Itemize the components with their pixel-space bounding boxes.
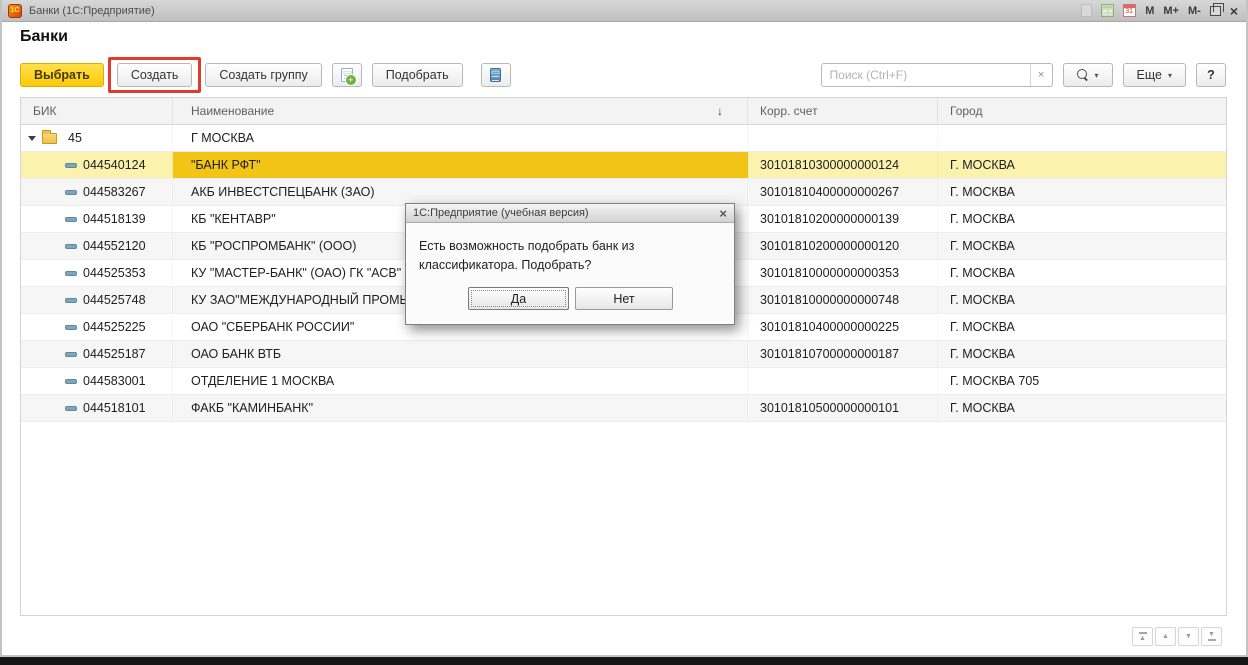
app-window: 1С Банки (1С:Предприятие) M M+ M- × Банк…	[0, 0, 1248, 657]
column-header-city[interactable]: Город	[938, 98, 1226, 124]
list-navigation: ▲ ▲ ▼ ▼	[1132, 627, 1222, 646]
go-first-button[interactable]: ▲	[1132, 627, 1153, 646]
focused-cell: "БАНК РФТ"	[173, 152, 748, 178]
table-row[interactable]: 044525187 ОАО БАНК ВТБ 30101810700000000…	[21, 341, 1226, 368]
folder-icon	[42, 129, 57, 144]
bank-item-icon	[65, 270, 77, 276]
bank-item-icon	[65, 216, 77, 222]
search-box: ×	[820, 63, 1053, 87]
no-button[interactable]: Нет	[575, 287, 673, 310]
bank-item-icon	[65, 189, 77, 195]
database-icon	[490, 68, 502, 82]
more-button-label: Еще	[1136, 68, 1162, 82]
go-down-button[interactable]: ▼	[1178, 627, 1199, 646]
create-button[interactable]: Создать	[116, 63, 193, 87]
triangle-down-icon: ▼	[1185, 633, 1192, 640]
more-button[interactable]: Еще ▾	[1122, 63, 1186, 87]
calendar-icon[interactable]	[1123, 4, 1137, 17]
yes-button[interactable]: Да	[468, 287, 569, 310]
search-options-button[interactable]: ▾	[1062, 63, 1113, 87]
pick-button[interactable]: Подобрать	[371, 63, 463, 87]
triangle-up-icon: ▲	[1139, 635, 1146, 642]
memory-m-plus-button[interactable]: M+	[1163, 5, 1179, 17]
go-last-button[interactable]: ▼	[1201, 627, 1222, 646]
titlebar: 1С Банки (1С:Предприятие) M M+ M- ×	[2, 0, 1246, 22]
chevron-down-icon: ▾	[1094, 70, 1099, 80]
clipboard-icon[interactable]	[1081, 4, 1093, 17]
titlebar-icons: M M+ M- ×	[1081, 2, 1238, 18]
toolbar: Выбрать Создать Создать группу Подобрать…	[20, 57, 1226, 93]
column-header-bik[interactable]: БИК	[21, 98, 173, 124]
restore-window-icon[interactable]	[1209, 2, 1224, 16]
group-name: Г МОСКВА	[173, 125, 748, 151]
dialog-titlebar: 1С:Предприятие (учебная версия) ×	[406, 204, 734, 223]
window-title: Банки (1С:Предприятие)	[29, 4, 155, 17]
select-button[interactable]: Выбрать	[20, 63, 104, 87]
magnifier-icon	[1076, 69, 1089, 81]
screen: 1С Банки (1С:Предприятие) M M+ M- × Банк…	[0, 0, 1248, 665]
search-input[interactable]	[821, 64, 1030, 86]
bank-item-icon	[65, 243, 77, 249]
bank-item-icon	[65, 297, 77, 303]
column-header-name[interactable]: Наименование ↓	[173, 98, 748, 124]
column-header-name-label: Наименование	[191, 104, 275, 118]
memory-m-button[interactable]: M	[1145, 5, 1154, 17]
dialog-message: Есть возможность подобрать банк из класс…	[419, 239, 635, 272]
table-header: БИК Наименование ↓ Корр. счет Город	[21, 98, 1226, 125]
classifier-dialog: 1С:Предприятие (учебная версия) × Есть в…	[405, 203, 735, 325]
app-logo-icon: 1С	[8, 3, 22, 18]
dialog-close-icon[interactable]: ×	[719, 206, 727, 221]
triangle-up-icon: ▲	[1162, 633, 1169, 640]
table-row[interactable]: 044583267 АКБ ИНВЕСТСПЕЦБАНК (ЗАО) 30101…	[21, 179, 1226, 206]
red-annotation-box: Создать	[107, 57, 202, 93]
bank-item-icon	[65, 324, 77, 330]
group-code: 45	[68, 131, 82, 145]
page-title: Банки	[20, 28, 68, 45]
clear-search-icon[interactable]: ×	[1029, 64, 1052, 86]
collapse-group-icon[interactable]	[28, 135, 36, 141]
group-row[interactable]: 45 Г МОСКВА	[21, 125, 1226, 152]
bank-item-icon	[65, 405, 77, 411]
create-group-button[interactable]: Создать группу	[205, 63, 322, 87]
memory-m-minus-button[interactable]: M-	[1188, 5, 1201, 17]
triangle-down-icon: ▼	[1208, 631, 1215, 638]
bottom-strip	[0, 657, 1248, 665]
bar-icon	[1207, 639, 1216, 641]
column-header-corr[interactable]: Корр. счет	[748, 98, 938, 124]
table-row[interactable]: 044540124 "БАНК РФТ" 3010181030000000012…	[21, 152, 1226, 179]
close-window-icon[interactable]: ×	[1230, 4, 1238, 18]
copy-document-icon	[340, 68, 357, 86]
classifier-button[interactable]	[480, 63, 511, 87]
dialog-title: 1С:Предприятие (учебная версия)	[413, 207, 589, 219]
calculator-icon[interactable]	[1101, 4, 1115, 17]
help-button[interactable]: ?	[1196, 63, 1226, 87]
banks-table: БИК Наименование ↓ Корр. счет Город 45 Г…	[20, 97, 1227, 616]
table-row[interactable]: 044518101 ФАКБ "КАМИНБАНК" 3010181050000…	[21, 395, 1226, 422]
go-up-button[interactable]: ▲	[1155, 627, 1176, 646]
bank-item-icon	[65, 351, 77, 357]
bank-item-icon	[65, 378, 77, 384]
dialog-buttons: Да Нет	[406, 287, 734, 310]
table-row[interactable]: 044583001 ОТДЕЛЕНИЕ 1 МОСКВА Г. МОСКВА 7…	[21, 368, 1226, 395]
bank-item-icon	[65, 162, 77, 168]
sort-desc-icon: ↓	[717, 104, 723, 118]
bar-icon	[1138, 632, 1147, 634]
copy-item-button[interactable]	[331, 63, 362, 87]
chevron-down-icon: ▾	[1167, 70, 1172, 80]
